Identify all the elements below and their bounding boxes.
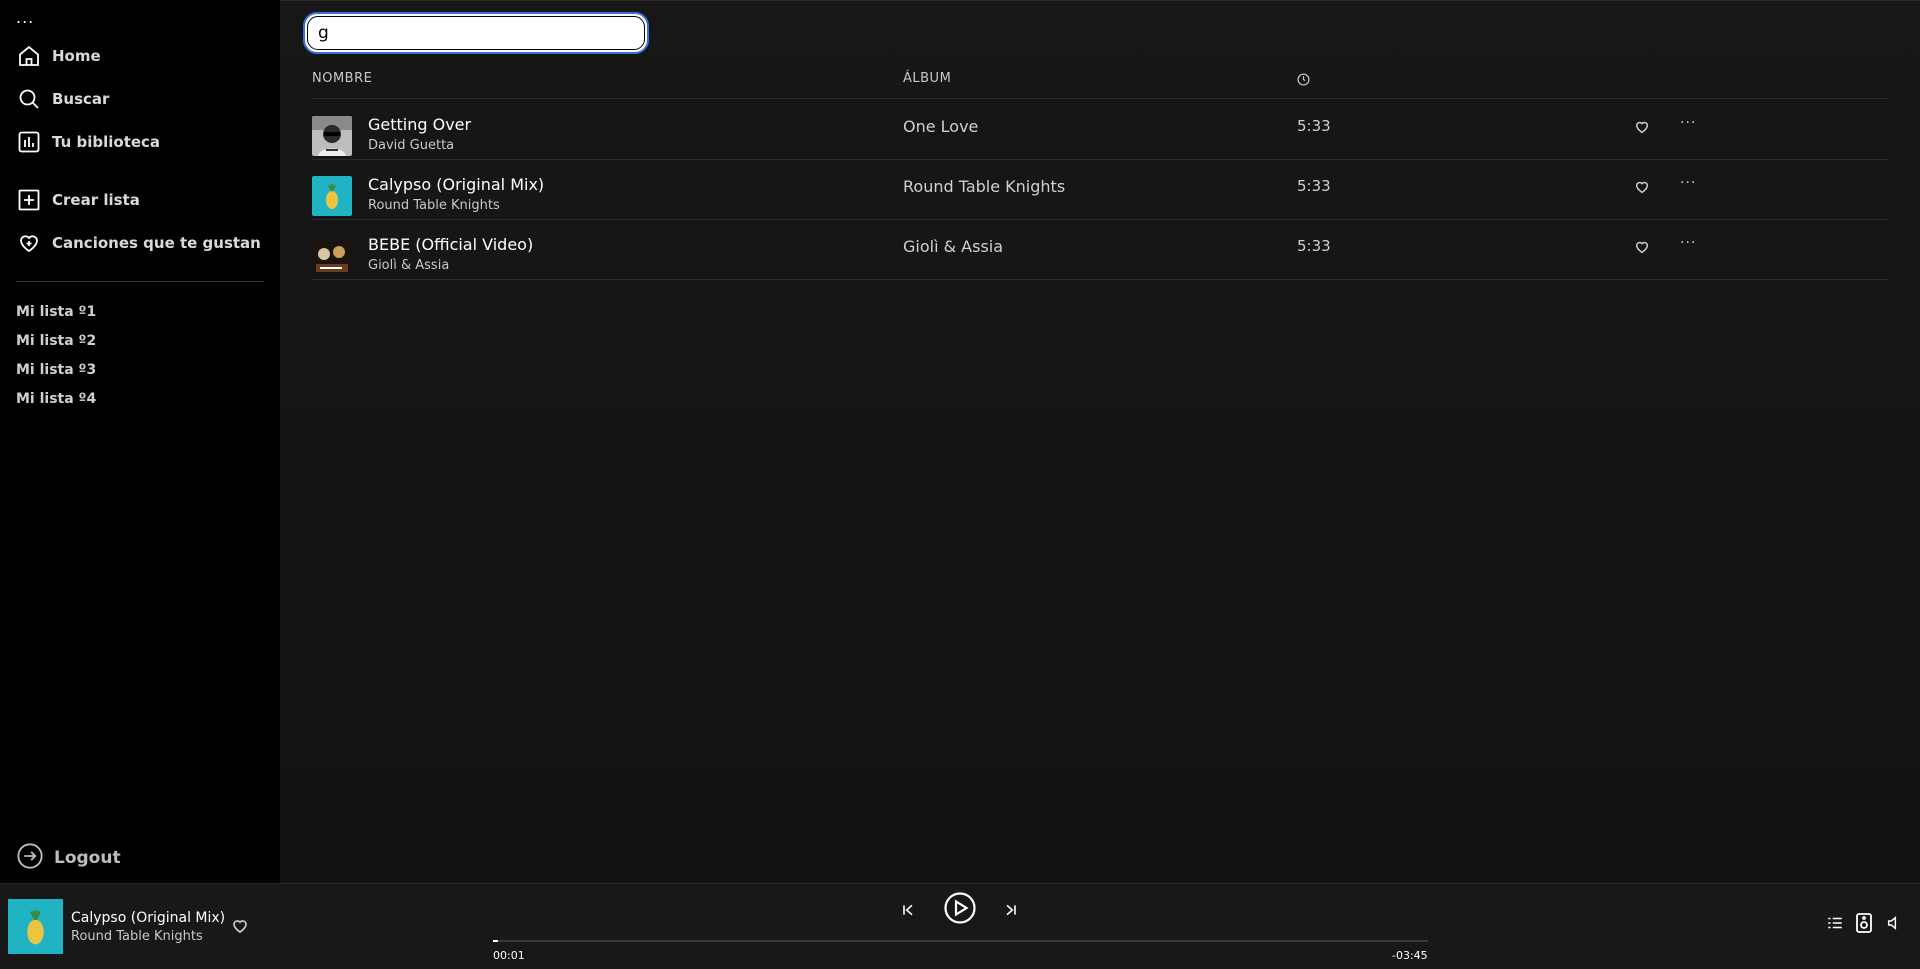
next-button[interactable] xyxy=(1000,901,1022,923)
more-options-button[interactable]: ··· xyxy=(1680,115,1696,131)
queue-icon xyxy=(1826,914,1844,936)
progress-bar[interactable] xyxy=(493,940,1428,942)
album-cover xyxy=(312,236,352,276)
nav-home[interactable]: Home xyxy=(16,42,101,70)
speaker-device-icon xyxy=(1856,913,1872,937)
nav-liked-songs-label: Canciones que te gustan xyxy=(52,234,261,252)
plus-square-icon xyxy=(16,187,42,213)
now-playing-title[interactable]: Calypso (Original Mix) xyxy=(71,910,225,926)
sidebar-divider xyxy=(16,281,264,282)
nav-home-label: Home xyxy=(52,47,101,65)
playlist-item[interactable]: Mi lista º1 xyxy=(16,304,96,320)
library-icon xyxy=(16,129,42,155)
album-cover xyxy=(312,116,352,156)
song-album[interactable]: Round Table Knights xyxy=(903,177,1065,196)
logout-button[interactable]: Logout xyxy=(16,842,121,874)
volume-button[interactable] xyxy=(1884,915,1904,935)
search-icon xyxy=(16,86,42,112)
nav-create-playlist[interactable]: Crear lista xyxy=(16,186,140,214)
song-title[interactable]: Calypso (Original Mix) xyxy=(368,175,544,194)
playlist-item[interactable]: Mi lista º3 xyxy=(16,362,96,378)
more-options-button[interactable]: ··· xyxy=(1680,175,1696,191)
player-bar: Calypso (Original Mix) Round Table Knigh… xyxy=(0,883,1920,969)
playlist-item[interactable]: Mi lista º4 xyxy=(16,391,96,407)
song-artist[interactable]: Giolì & Assia xyxy=(368,258,449,273)
previous-button[interactable] xyxy=(897,901,919,923)
nav-search-label: Buscar xyxy=(52,90,110,108)
song-artist[interactable]: David Guetta xyxy=(368,138,454,153)
sidebar: ... Home Buscar Tu biblioteca Crear list… xyxy=(0,0,280,883)
volume-icon xyxy=(1886,915,1902,935)
song-title[interactable]: Getting Over xyxy=(368,115,471,134)
table-row[interactable]: Calypso (Original Mix) Round Table Knigh… xyxy=(312,160,1888,220)
more-options-button[interactable]: ··· xyxy=(1680,235,1696,251)
search-box xyxy=(303,12,649,54)
column-name-header: NOMBRE xyxy=(312,71,373,86)
elapsed-time: 00:01 xyxy=(493,949,525,962)
logout-icon xyxy=(16,842,44,874)
table-row[interactable]: BEBE (Official Video) Giolì & Assia Giol… xyxy=(312,220,1888,280)
song-duration: 5:33 xyxy=(1297,117,1331,135)
heart-plus-icon xyxy=(16,230,42,256)
nav-liked-songs[interactable]: Canciones que te gustan xyxy=(16,229,261,257)
nav-library-label: Tu biblioteca xyxy=(52,133,161,151)
now-playing-cover xyxy=(8,899,63,954)
like-icon[interactable] xyxy=(231,917,249,935)
song-title[interactable]: BEBE (Official Video) xyxy=(368,235,533,254)
like-icon[interactable] xyxy=(1634,239,1650,255)
like-icon[interactable] xyxy=(1634,179,1650,195)
home-icon xyxy=(16,43,42,69)
nav-search[interactable]: Buscar xyxy=(16,85,109,113)
table-header: NOMBRE ÁLBUM xyxy=(312,69,1888,99)
table-row[interactable]: Getting Over David Guetta One Love 5:33 … xyxy=(312,100,1888,160)
devices-button[interactable] xyxy=(1854,913,1874,937)
skip-previous-icon xyxy=(900,902,916,922)
column-album-header: ÁLBUM xyxy=(903,71,952,86)
album-cover xyxy=(312,176,352,216)
play-button[interactable] xyxy=(943,891,977,929)
song-artist[interactable]: Round Table Knights xyxy=(368,198,500,213)
queue-button[interactable] xyxy=(1825,915,1845,935)
song-album[interactable]: Giolì & Assia xyxy=(903,237,1003,256)
nav-library[interactable]: Tu biblioteca xyxy=(16,128,160,156)
nav-create-playlist-label: Crear lista xyxy=(52,191,140,209)
song-duration: 5:33 xyxy=(1297,237,1331,255)
main-content: NOMBRE ÁLBUM Getting Over David Guetta O… xyxy=(280,0,1920,883)
song-duration: 5:33 xyxy=(1297,177,1331,195)
logout-label: Logout xyxy=(54,848,121,868)
progress-fill xyxy=(493,940,498,942)
clock-icon xyxy=(1297,73,1310,90)
song-album[interactable]: One Love xyxy=(903,117,978,136)
skip-next-icon xyxy=(1003,902,1019,922)
menu-button[interactable]: ... xyxy=(16,8,34,27)
now-playing-artist[interactable]: Round Table Knights xyxy=(71,929,203,944)
like-icon[interactable] xyxy=(1634,119,1650,135)
search-input[interactable] xyxy=(307,16,645,50)
play-icon xyxy=(943,891,977,929)
playlist-item[interactable]: Mi lista º2 xyxy=(16,333,96,349)
remaining-time: -03:45 xyxy=(1392,949,1428,962)
